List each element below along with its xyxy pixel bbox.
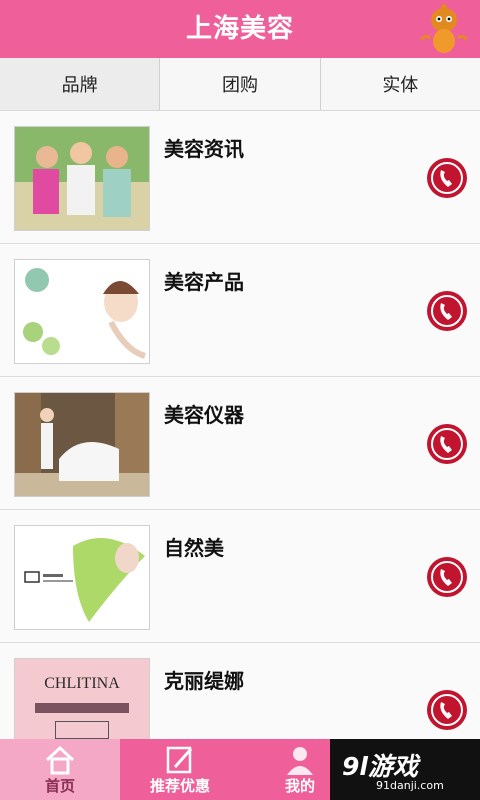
thumbnail-brand-text: CHLITINA	[44, 675, 120, 692]
item-title: 克丽缇娜	[164, 669, 244, 693]
home-icon	[45, 745, 75, 775]
phone-call-icon[interactable]	[426, 157, 468, 199]
thumbnail-image	[14, 392, 150, 497]
user-icon	[287, 747, 313, 775]
thumbnail-image	[14, 259, 150, 364]
tabbar-home-label: 首页	[44, 777, 75, 795]
thumbnail-image	[14, 525, 150, 630]
tab-brand[interactable]: 品牌	[0, 58, 161, 110]
category-tabs: 品牌 团购 实体	[0, 58, 480, 111]
item-title: 美容资讯	[164, 137, 244, 161]
phone-call-icon[interactable]	[426, 423, 468, 465]
list-item[interactable]: 自然美	[0, 510, 480, 643]
list-item[interactable]: 美容产品	[0, 244, 480, 377]
item-title: 自然美	[164, 536, 224, 560]
list-item[interactable]: CHLITINA 克丽缇娜	[0, 643, 480, 739]
page-title: 上海美容	[185, 14, 294, 44]
phone-call-icon[interactable]	[426, 290, 468, 332]
tabbar-home[interactable]: 首页	[0, 739, 120, 800]
watermark-logo-text: 9l游戏	[342, 752, 418, 781]
beauty-list: 美容资讯 美容产品 美容仪器 自然美 CHLITINA 克丽缇娜	[0, 111, 480, 739]
list-item[interactable]: 美容资讯	[0, 111, 480, 244]
thumbnail-image: CHLITINA	[14, 658, 150, 739]
thumbnail-image	[14, 126, 150, 231]
tabbar-promotions-label: 推荐优惠	[149, 777, 210, 795]
header-bar: 上海美容	[0, 0, 480, 58]
watermark-url: 91danji.com	[376, 779, 444, 792]
tabbar-promotions[interactable]: 推荐优惠	[120, 739, 240, 800]
site-watermark: 9l游戏 91danji.com	[330, 739, 480, 800]
list-item[interactable]: 美容仪器	[0, 377, 480, 510]
tab-group-buy[interactable]: 团购	[160, 58, 321, 110]
item-title: 美容仪器	[164, 403, 244, 427]
edit-icon	[166, 746, 193, 774]
phone-call-icon[interactable]	[426, 689, 468, 731]
phone-call-icon[interactable]	[426, 556, 468, 598]
tab-physical-store[interactable]: 实体	[321, 58, 480, 110]
mascot-icon[interactable]	[416, 4, 472, 56]
item-title: 美容产品	[164, 270, 244, 294]
